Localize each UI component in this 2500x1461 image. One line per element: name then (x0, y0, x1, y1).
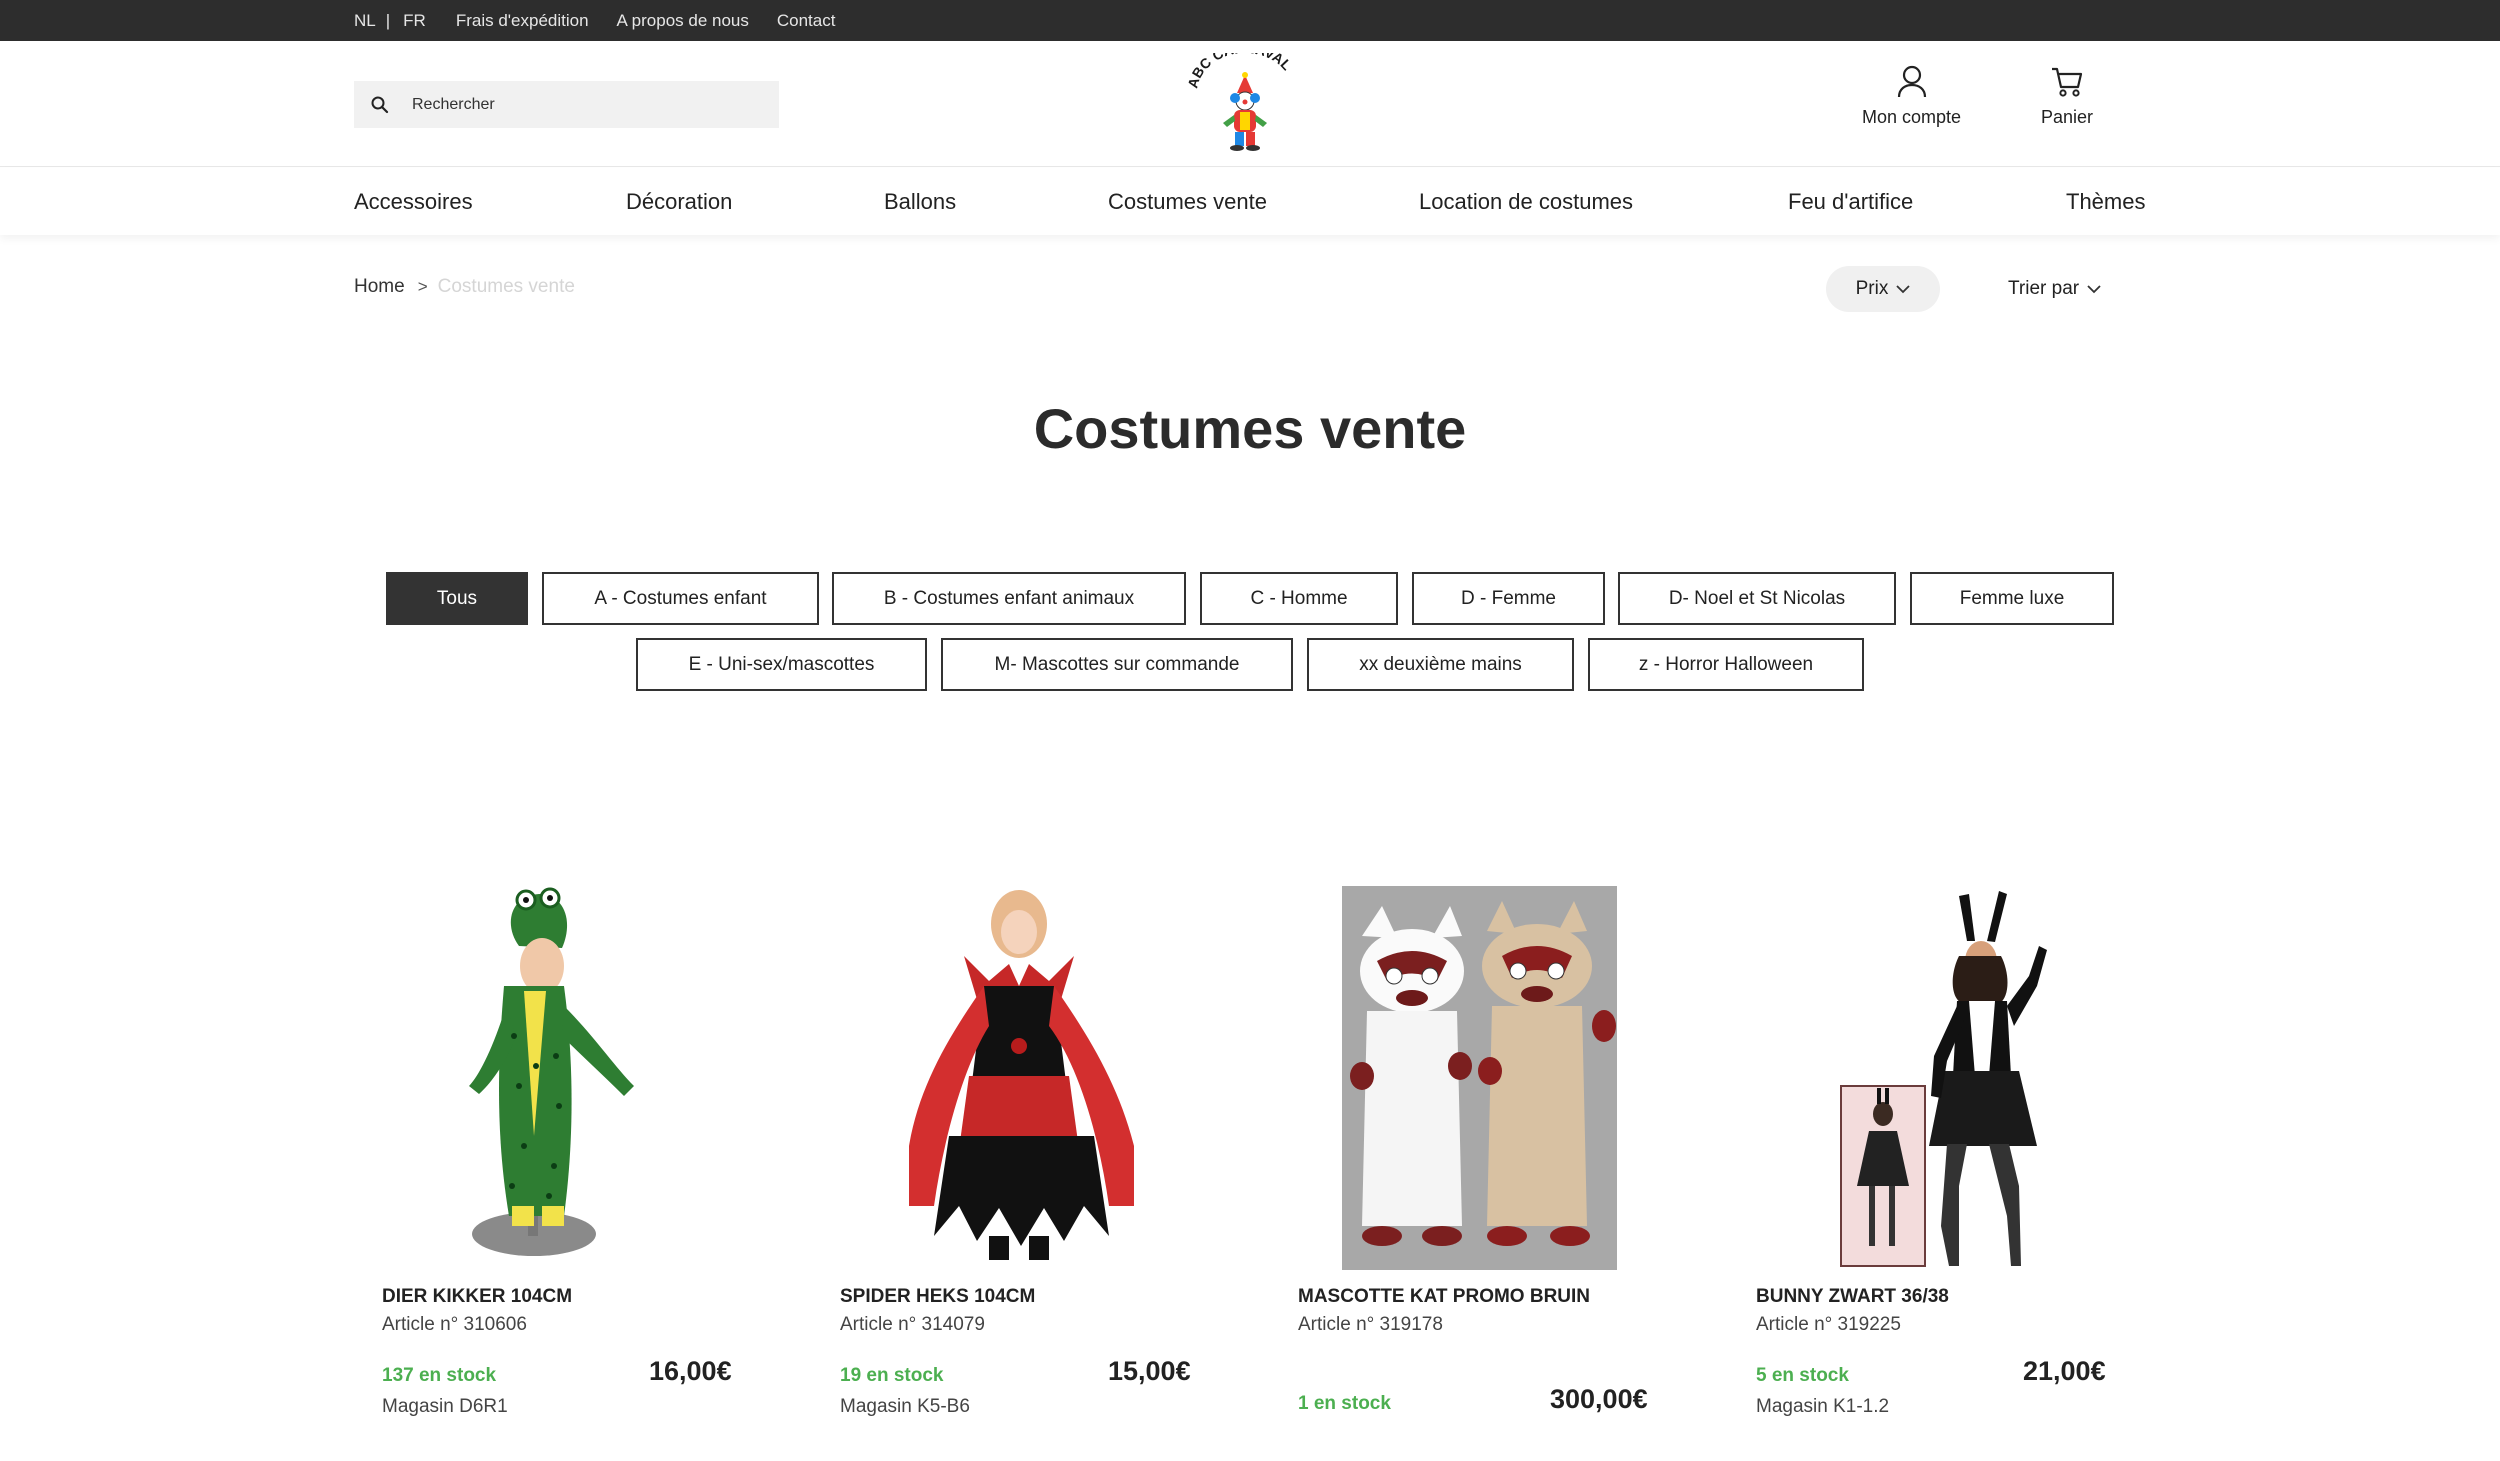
category-chip-noel[interactable]: D- Noel et St Nicolas (1618, 572, 1896, 625)
product-store-location: Magasin D6R1 (382, 1396, 508, 1417)
category-chip-femme[interactable]: D - Femme (1412, 572, 1605, 625)
product-stock: 137 en stock (382, 1365, 497, 1386)
product-name[interactable]: MASCOTTE KAT PROMO BRUIN (1298, 1286, 1590, 1308)
nav-item-ballons[interactable]: Ballons (884, 168, 956, 235)
sort-label: Trier par (2008, 278, 2080, 299)
top-bar-links: NL | FR Frais d'expédition A propos de n… (354, 0, 863, 41)
top-bar: NL | FR Frais d'expédition A propos de n… (0, 0, 2500, 41)
breadcrumb-separator: > (417, 277, 428, 296)
category-chip-horror-halloween[interactable]: z - Horror Halloween (1588, 638, 1864, 691)
cart-label: Panier (2041, 107, 2094, 127)
header: ABC CARNAVAL Mon compte (0, 40, 2500, 167)
category-chip-mascottes-commande[interactable]: M- Mascottes sur commande (941, 638, 1293, 691)
chevron-down-icon (2087, 284, 2101, 293)
clown-logo-icon: ABC CARNAVAL (1184, 40, 1295, 151)
product-article-number: Article n° 314079 (840, 1314, 985, 1335)
product-name[interactable]: SPIDER HEKS 104CM (840, 1286, 1035, 1308)
product-article-number: Article n° 310606 (382, 1314, 527, 1335)
product-article-number: Article n° 319178 (1298, 1314, 1443, 1335)
product-price: 16,00€ (649, 1356, 732, 1386)
product-image[interactable] (1839, 886, 2051, 1270)
cart-button[interactable]: Panier (2041, 65, 2093, 128)
price-filter-label: Prix (1855, 278, 1889, 299)
price-filter-button[interactable]: Prix (1826, 266, 1940, 312)
nav-item-feu-artifice[interactable]: Feu d'artifice (1788, 168, 1913, 235)
svg-text:ABC CARNAVAL: ABC CARNAVAL (1185, 53, 1295, 90)
nav-item-costumes-vente[interactable]: Costumes vente (1108, 168, 1267, 235)
product-stock: 5 en stock (1756, 1365, 1849, 1386)
product-store-location: Magasin K1-1.2 (1756, 1396, 1890, 1417)
breadcrumb: Home > Costumes vente (354, 276, 575, 298)
breadcrumb-home[interactable]: Home (354, 276, 405, 298)
nav-item-themes[interactable]: Thèmes (2066, 168, 2145, 235)
product-price: 300,00€ (1550, 1384, 1648, 1414)
product-stock: 1 en stock (1298, 1393, 1391, 1414)
product-image[interactable] (909, 886, 1134, 1270)
account-label: Mon compte (1862, 107, 1962, 127)
category-chip-tous[interactable]: Tous (386, 572, 528, 625)
nav-item-decoration[interactable]: Décoration (626, 168, 732, 235)
search-box[interactable] (354, 81, 779, 128)
main-nav: Accessoires Décoration Ballons Costumes … (0, 168, 2500, 235)
product-store-location: Magasin K5-B6 (840, 1396, 970, 1417)
product-stock: 19 en stock (840, 1365, 944, 1386)
product-name[interactable]: DIER KIKKER 104CM (382, 1286, 572, 1308)
product-price: 15,00€ (1108, 1356, 1191, 1386)
category-chip-deuxieme-mains[interactable]: xx deuxième mains (1307, 638, 1574, 691)
product-article-number: Article n° 319225 (1756, 1314, 1901, 1335)
breadcrumb-current: Costumes vente (437, 276, 575, 297)
product-price: 21,00€ (2023, 1356, 2106, 1386)
shipping-link[interactable]: Frais d'expédition (456, 11, 589, 31)
site-logo[interactable]: ABC CARNAVAL (1184, 40, 1305, 158)
sort-button[interactable]: Trier par (2008, 266, 2101, 312)
lang-separator: | (385, 10, 391, 30)
cart-icon (2052, 67, 2083, 97)
contact-link[interactable]: Contact (777, 11, 836, 31)
user-icon (1897, 65, 1926, 98)
chevron-down-icon (1896, 284, 1910, 293)
category-chip-enfant-animaux[interactable]: B - Costumes enfant animaux (832, 572, 1186, 625)
product-image[interactable] (1342, 886, 1617, 1270)
lang-fr-link[interactable]: FR (403, 11, 426, 31)
about-link[interactable]: A propos de nous (617, 11, 749, 31)
category-chip-femme-luxe[interactable]: Femme luxe (1910, 572, 2114, 625)
product-name[interactable]: BUNNY ZWART 36/38 (1756, 1286, 1949, 1308)
account-button[interactable]: Mon compte (1862, 65, 1961, 128)
lang-nl-link[interactable]: NL (354, 11, 376, 31)
page-title: Costumes vente (1033, 397, 1467, 460)
product-image[interactable] (464, 886, 644, 1270)
category-chip-uni-sex[interactable]: E - Uni-sex/mascottes (636, 638, 927, 691)
category-chip-costumes-enfant[interactable]: A - Costumes enfant (542, 572, 819, 625)
search-input[interactable] (412, 95, 752, 114)
nav-item-location[interactable]: Location de costumes (1419, 168, 1633, 235)
nav-item-accessoires[interactable]: Accessoires (354, 168, 473, 235)
category-chip-homme[interactable]: C - Homme (1200, 572, 1398, 625)
search-icon[interactable] (370, 95, 390, 115)
